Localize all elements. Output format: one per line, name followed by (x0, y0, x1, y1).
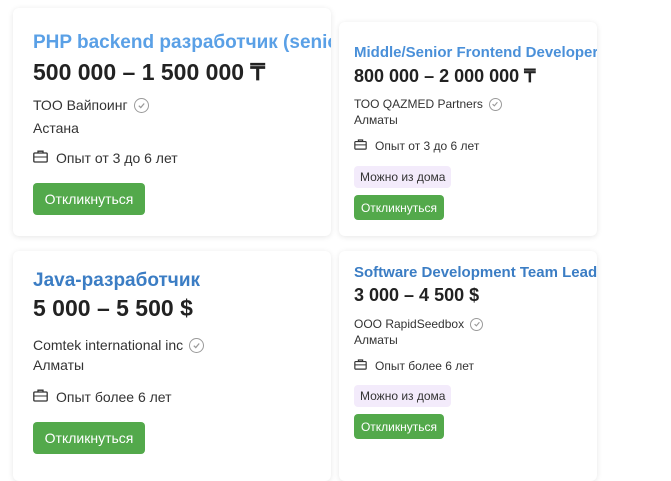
check-circle-icon (189, 337, 205, 353)
company-name[interactable]: ТОО Вайпоинг (33, 97, 128, 113)
check-circle-icon (470, 317, 484, 331)
city: Алматы (33, 357, 85, 373)
check-circle-icon (488, 97, 502, 111)
experience-text: Опыт от 3 до 6 лет (56, 150, 178, 166)
apply-button[interactable]: Откликнуться (354, 195, 444, 220)
vacancy-salary: 800 000 – 2 000 000 ₸ (354, 66, 536, 86)
company-row: Comtek international inc (33, 337, 205, 353)
city: Алматы (354, 113, 398, 127)
vacancy-salary: 500 000 – 1 500 000 ₸ (33, 59, 266, 85)
company-row: ТОО Вайпоинг (33, 97, 149, 113)
vacancy-title[interactable]: Middle/Senior Frontend Developer (354, 44, 597, 61)
briefcase-icon (33, 389, 48, 405)
experience-text: Опыт более 6 лет (56, 389, 172, 405)
company-name[interactable]: Comtek international inc (33, 337, 183, 353)
company-name[interactable]: ТОО QAZMED Partners (354, 97, 483, 111)
vacancy-title[interactable]: Software Development Team Lead (354, 264, 597, 281)
vacancy-title[interactable]: PHP backend разработчик (senior) (33, 32, 331, 54)
apply-button[interactable]: Откликнуться (33, 422, 145, 454)
remote-badge: Можно из дома (354, 166, 452, 188)
experience-row: Опыт более 6 лет (354, 359, 474, 373)
briefcase-icon (354, 139, 367, 153)
city: Алматы (354, 333, 398, 347)
vacancy-title[interactable]: Java-разработчик (33, 270, 200, 292)
vacancy-card-3: Java-разработчик 5 000 – 5 500 $ Comtek … (13, 251, 331, 481)
experience-text: Опыт более 6 лет (375, 359, 475, 373)
company-row: ТОО QAZMED Partners (354, 97, 502, 111)
vacancy-salary: 3 000 – 4 500 $ (354, 285, 480, 305)
briefcase-icon (33, 150, 48, 166)
check-circle-icon (133, 97, 149, 113)
experience-row: Опыт более 6 лет (33, 389, 172, 405)
vacancy-card-1: PHP backend разработчик (senior) 500 000… (13, 8, 331, 236)
experience-text: Опыт от 3 до 6 лет (375, 139, 480, 153)
vacancy-card-4: Software Development Team Lead 3 000 – 4… (339, 251, 597, 481)
apply-button[interactable]: Откликнуться (33, 183, 145, 215)
company-row: ООО RapidSeedbox (354, 317, 484, 331)
experience-row: Опыт от 3 до 6 лет (354, 139, 479, 153)
experience-row: Опыт от 3 до 6 лет (33, 150, 178, 166)
vacancy-salary: 5 000 – 5 500 $ (33, 295, 193, 321)
city: Астана (33, 120, 79, 136)
company-name[interactable]: ООО RapidSeedbox (354, 317, 464, 331)
remote-badge: Можно из дома (354, 385, 452, 407)
apply-button[interactable]: Откликнуться (354, 414, 444, 439)
briefcase-icon (354, 359, 367, 373)
vacancy-card-2: Middle/Senior Frontend Developer 800 000… (339, 22, 597, 236)
